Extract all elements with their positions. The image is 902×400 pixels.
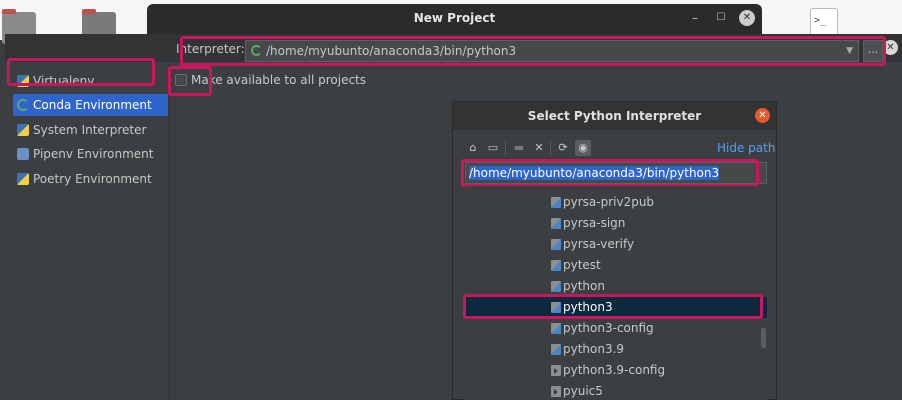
file-item-label: python: [563, 279, 605, 293]
toolbar-separator: [505, 140, 506, 156]
file-item-pyrsa-priv2pub[interactable]: pyrsa-priv2pub: [465, 192, 767, 213]
show-hidden-icon[interactable]: ◉: [575, 140, 591, 156]
binary-file-icon: [551, 386, 561, 397]
file-item-python3-config[interactable]: python3-config: [465, 318, 767, 339]
hide-path-link[interactable]: Hide path: [717, 141, 775, 155]
script-file-icon: [551, 218, 561, 229]
file-item-label: python3.9: [563, 342, 625, 356]
binary-file-icon: [551, 365, 561, 376]
file-item-python3-9[interactable]: python3.9: [465, 339, 767, 360]
make-available-label: Make available to all projects: [191, 73, 367, 87]
sidebar-item-conda[interactable]: Conda Environment: [13, 94, 168, 116]
highlight-interpreter-box: [180, 36, 886, 66]
sidebar-item-pipenv[interactable]: Pipenv Environment: [13, 143, 168, 165]
file-item-label: pytest: [563, 258, 601, 272]
minimize-button[interactable]: –: [687, 10, 703, 26]
terminal-icon[interactable]: >_: [810, 8, 838, 36]
file-item-pyrsa-verify[interactable]: pyrsa-verify: [465, 234, 767, 255]
file-item-pytest[interactable]: pytest: [465, 255, 767, 276]
refresh-icon[interactable]: ⟳: [555, 140, 571, 156]
maximize-button[interactable]: ☐: [713, 10, 729, 26]
file-item-label: python3.9-config: [563, 363, 666, 377]
highlight-path-box: [461, 159, 759, 187]
toolbar-separator: [550, 140, 551, 156]
select-interpreter-popup: Select Python Interpreter ✕ ⌂ ▭ ▬ ✕ ⟳ ◉ …: [452, 101, 777, 400]
executable-file-icon: [551, 344, 561, 355]
file-item-pyrsa-sign[interactable]: pyrsa-sign: [465, 213, 767, 234]
highlight-checkbox-box: [168, 66, 212, 96]
tree-scrollbar[interactable]: [761, 328, 766, 348]
sidebar-item-label: System Interpreter: [33, 123, 147, 137]
popup-close-icon[interactable]: ✕: [755, 108, 770, 123]
home-icon[interactable]: ⌂: [465, 140, 481, 156]
file-item-label: pyrsa-verify: [563, 237, 635, 251]
file-item-python3-9-config[interactable]: python3.9-config: [465, 360, 767, 381]
popup-titlebar: Select Python Interpreter ✕: [453, 102, 776, 130]
script-file-icon: [551, 239, 561, 250]
file-tree: pyrsa-priv2pub pyrsa-sign pyrsa-verify p…: [465, 186, 767, 400]
script-file-icon: [551, 197, 561, 208]
sidebar-item-poetry[interactable]: Poetry Environment: [13, 168, 168, 190]
executable-file-icon: [551, 281, 561, 292]
python-icon: [17, 124, 29, 136]
sidebar-item-system[interactable]: System Interpreter: [13, 119, 168, 141]
script-file-icon: [551, 260, 561, 271]
file-item-label: pyrsa-priv2pub: [563, 195, 655, 209]
close-button[interactable]: ✕: [739, 10, 755, 26]
sidebar-item-label: Poetry Environment: [33, 172, 152, 186]
sidebar-item-label: Pipenv Environment: [33, 147, 154, 161]
sidebar-item-label: Conda Environment: [33, 98, 152, 112]
highlight-conda-box: [7, 58, 155, 86]
new-project-title: New Project: [413, 11, 496, 25]
file-item-label: python3-config: [563, 321, 654, 335]
executable-file-icon: [551, 323, 561, 334]
new-project-titlebar: New Project – ☐ ✕: [147, 4, 762, 34]
delete-icon[interactable]: ✕: [531, 140, 547, 156]
pipenv-icon: [17, 148, 29, 160]
new-folder-icon[interactable]: ▬: [511, 140, 527, 156]
environment-sidebar: Virtualenv Environment Conda Environment…: [5, 62, 170, 400]
python-icon: [17, 173, 29, 185]
desktop-icon[interactable]: ▭: [485, 140, 501, 156]
highlight-python3-row: [463, 294, 763, 319]
file-item-pyuic5[interactable]: pyuic5: [465, 381, 767, 400]
file-item-label: pyrsa-sign: [563, 216, 626, 230]
popup-title: Select Python Interpreter: [527, 109, 702, 123]
conda-ring-icon: [17, 99, 29, 111]
file-item-label: pyuic5: [563, 384, 603, 398]
